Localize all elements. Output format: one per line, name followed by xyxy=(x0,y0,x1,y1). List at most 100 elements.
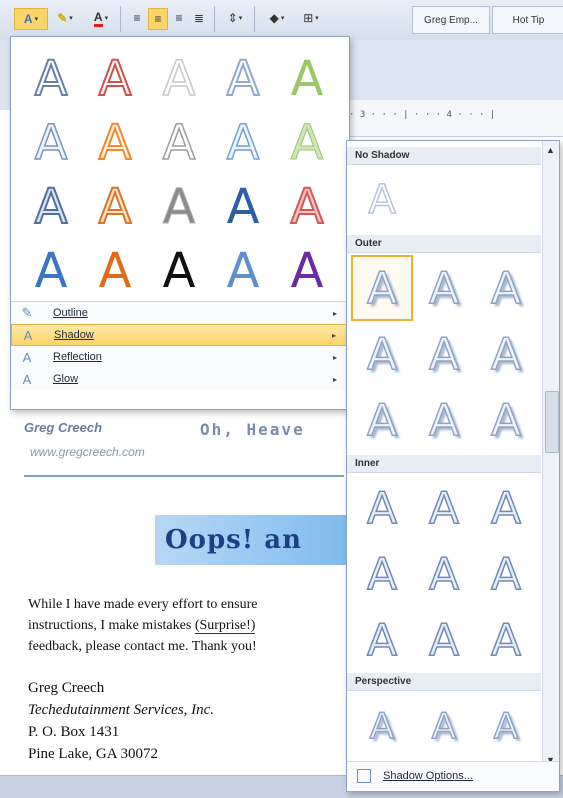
inner-shadow-option[interactable]: A xyxy=(475,541,537,607)
justify-button[interactable]: ≣ xyxy=(190,8,208,28)
body-line: feedback, please contact me. Thank you! xyxy=(28,639,257,654)
inner-shadow-option[interactable]: A xyxy=(413,541,475,607)
banner-heading: Oops! an xyxy=(155,515,350,565)
menu-item-outline[interactable]: ✎ Outline ▸ xyxy=(11,302,349,324)
header-divider xyxy=(24,475,344,477)
effect-style-18[interactable]: A xyxy=(147,239,211,303)
address-company: Techedutainment Services, Inc. xyxy=(28,702,215,718)
scroll-thumb[interactable] xyxy=(545,391,559,453)
body-line: instructions, I make mistakes (Surprise!… xyxy=(28,615,348,636)
menu-item-shadow[interactable]: A Shadow ▸ xyxy=(11,324,349,346)
effect-style-14[interactable]: A xyxy=(211,175,275,239)
glow-icon: A xyxy=(22,371,32,387)
outer-shadow-option[interactable]: A xyxy=(351,387,413,453)
perspective-shadow-option[interactable]: A xyxy=(413,693,475,759)
effect-style-5[interactable]: A xyxy=(275,47,339,111)
address-name: Greg Creech xyxy=(28,680,105,696)
effect-style-19[interactable]: A xyxy=(211,239,275,303)
inner-shadow-option[interactable]: A xyxy=(475,475,537,541)
inner-shadow-option[interactable]: A xyxy=(475,607,537,673)
align-right-icon: ≡ xyxy=(175,11,183,25)
address-po-box: P. O. Box 1431 xyxy=(28,724,120,740)
effect-style-7[interactable]: A xyxy=(83,111,147,175)
effect-style-9[interactable]: A xyxy=(211,111,275,175)
highlighter-icon: ✎ xyxy=(57,11,68,25)
shadow-panel-scrollbar[interactable]: ▲ ▼ xyxy=(542,141,559,769)
font-color-button[interactable]: A ▾ xyxy=(86,8,116,28)
header-url: www.gregcreech.com xyxy=(30,445,145,459)
effect-style-4[interactable]: A xyxy=(211,47,275,111)
inner-shadow-option[interactable]: A xyxy=(413,607,475,673)
outer-shadow-option[interactable]: A xyxy=(475,321,537,387)
ribbon-separator xyxy=(214,6,215,32)
line-spacing-button[interactable]: ⇕ ▾ xyxy=(222,8,248,28)
effect-style-10[interactable]: A xyxy=(275,111,339,175)
menu-item-label: Shadow xyxy=(54,329,94,341)
effect-style-15[interactable]: A xyxy=(275,175,339,239)
outer-shadow-option[interactable]: A xyxy=(413,255,475,321)
effects-grid: A A A A A A A A A A A A A A A A A A A A xyxy=(19,47,345,303)
effect-style-11[interactable]: A xyxy=(19,175,83,239)
borders-button[interactable]: ⊞ ▾ xyxy=(296,8,326,28)
inner-shadow-option[interactable]: A xyxy=(351,475,413,541)
effect-style-13[interactable]: A xyxy=(147,175,211,239)
perspective-shadow-grid: A A A xyxy=(351,693,541,759)
align-center-button[interactable]: ≡ xyxy=(148,8,168,30)
submenu-arrow-icon: ▸ xyxy=(332,308,337,318)
effect-style-8[interactable]: A xyxy=(147,111,211,175)
scroll-up-icon[interactable]: ▲ xyxy=(546,145,555,155)
outer-shadow-option[interactable]: A xyxy=(351,255,413,321)
no-shadow-option[interactable]: A xyxy=(351,167,413,233)
effect-style-1[interactable]: A xyxy=(19,47,83,111)
effect-style-3[interactable]: A xyxy=(147,47,211,111)
align-right-button[interactable]: ≡ xyxy=(170,8,188,28)
shading-button[interactable]: ◆ ▾ xyxy=(262,8,292,28)
inner-shadow-option[interactable]: A xyxy=(351,607,413,673)
outer-shadow-option[interactable]: A xyxy=(351,321,413,387)
submenu-arrow-icon: ▸ xyxy=(332,374,337,384)
menu-item-label: Outline xyxy=(53,307,88,319)
style-hot-tip[interactable]: Hot Tip xyxy=(492,6,563,34)
menu-item-glow[interactable]: A Glow ▸ xyxy=(11,368,349,390)
outer-shadow-option[interactable]: A xyxy=(475,255,537,321)
header-name: Greg Creech xyxy=(24,420,103,435)
effect-style-12[interactable]: A xyxy=(83,175,147,239)
text-effects-gallery: A A A A A A A A A A A A A A A A A A A A … xyxy=(10,36,350,410)
outer-shadow-option[interactable]: A xyxy=(413,321,475,387)
style-label: Greg Emp... xyxy=(424,14,478,26)
effect-style-20[interactable]: A xyxy=(275,239,339,303)
outer-shadow-option[interactable]: A xyxy=(413,387,475,453)
effect-style-6[interactable]: A xyxy=(19,111,83,175)
outer-shadow-grid: A A A A A A A A A xyxy=(351,255,541,453)
section-header-inner: Inner xyxy=(347,455,541,473)
ruler-ticks: · 3 · · · | · · · 4 · · · | xyxy=(349,110,496,120)
shadow-options-button[interactable]: Shadow Options... xyxy=(347,761,559,790)
menu-item-label: Glow xyxy=(53,373,79,385)
style-greg-emphasis[interactable]: Greg Emp... xyxy=(412,6,490,34)
shadow-icon: A xyxy=(23,327,33,343)
perspective-shadow-option[interactable]: A xyxy=(351,693,413,759)
text-effects-button[interactable]: A ▾ xyxy=(14,8,48,30)
effects-submenu-list: ✎ Outline ▸ A Shadow ▸ A Reflection ▸ A … xyxy=(11,301,349,390)
style-label: Hot Tip xyxy=(512,14,545,26)
section-header-no-shadow: No Shadow xyxy=(347,147,541,165)
effect-style-17[interactable]: A xyxy=(83,239,147,303)
submenu-arrow-icon: ▸ xyxy=(332,352,337,362)
outer-shadow-option[interactable]: A xyxy=(475,387,537,453)
menu-item-reflection[interactable]: A Reflection ▸ xyxy=(11,346,349,368)
align-center-icon: ≡ xyxy=(154,12,162,26)
paint-bucket-icon: ◆ xyxy=(269,11,279,25)
highlight-color-button[interactable]: ✎ ▾ xyxy=(50,8,80,28)
no-shadow-grid: A xyxy=(351,167,541,233)
perspective-shadow-option[interactable]: A xyxy=(475,693,537,759)
inner-shadow-option[interactable]: A xyxy=(413,475,475,541)
effect-style-16[interactable]: A xyxy=(19,239,83,303)
align-left-button[interactable]: ≡ xyxy=(128,8,146,28)
inner-shadow-option[interactable]: A xyxy=(351,541,413,607)
align-left-icon: ≡ xyxy=(133,11,141,25)
submenu-arrow-icon: ▸ xyxy=(331,330,336,340)
ribbon-separator xyxy=(254,6,255,32)
effect-style-2[interactable]: A xyxy=(83,47,147,111)
horizontal-ruler: · 3 · · · | · · · 4 · · · | xyxy=(345,100,563,137)
reflection-icon: A xyxy=(22,349,32,365)
